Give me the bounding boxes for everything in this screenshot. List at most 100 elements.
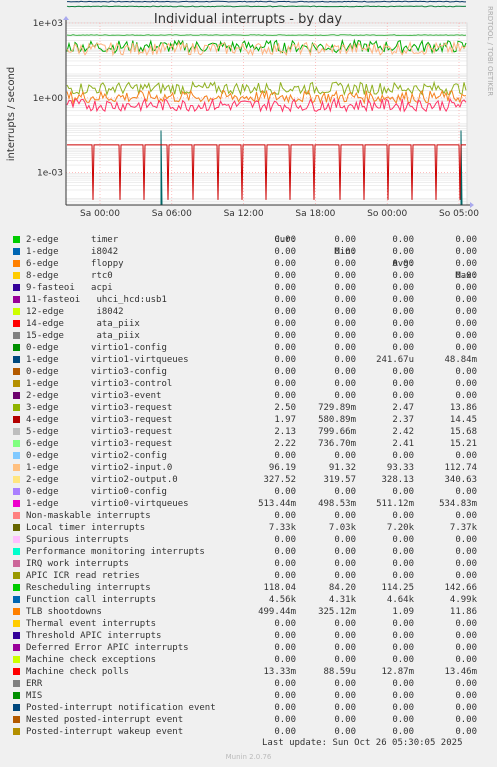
legend-cur: 0.00 bbox=[274, 679, 296, 689]
legend-max: 0.00 bbox=[455, 679, 477, 689]
legend-name: 1-edge virtio1-virtqueues bbox=[26, 355, 189, 365]
legend-avg: 0.00 bbox=[392, 643, 414, 653]
legend-cur: 96.19 bbox=[268, 463, 296, 473]
legend-row: 2-edge virtio2-output.0 327.52 319.57 328.1… bbox=[12, 474, 492, 486]
legend-avg: 0.00 bbox=[392, 307, 414, 317]
legend-avg: 7.20k bbox=[386, 523, 414, 533]
legend-avg: 0.00 bbox=[392, 655, 414, 665]
legend-cur: 0.00 bbox=[274, 619, 296, 629]
legend-avg: 0.00 bbox=[392, 715, 414, 725]
legend-name: 8-edge rtc0 bbox=[26, 271, 113, 281]
legend-cur: 0.00 bbox=[274, 295, 296, 305]
legend-min: 0.00 bbox=[334, 715, 356, 725]
legend-cur: 4.56k bbox=[268, 595, 296, 605]
legend-row: 2-edge timer 0.00 0.00 0.00 0.00 bbox=[12, 234, 492, 246]
legend-avg: 12.87m bbox=[381, 667, 414, 677]
watermark: RRDTOOL / TOBI OETIKER bbox=[486, 6, 494, 96]
legend-cur: 0.00 bbox=[274, 691, 296, 701]
legend-cur: 0.00 bbox=[274, 379, 296, 389]
legend-cur: 118.04 bbox=[263, 583, 296, 593]
legend-min: 0.00 bbox=[334, 451, 356, 461]
y-tick-label: 1e-03 bbox=[37, 169, 63, 179]
legend-avg: 2.47 bbox=[392, 403, 414, 413]
legend-avg: 0.00 bbox=[392, 259, 414, 269]
legend-swatch bbox=[13, 476, 20, 483]
legend-min: 0.00 bbox=[334, 283, 356, 293]
legend-row: Non-maskable interrupts 0.00 0.00 0.00 0.00 bbox=[12, 510, 492, 522]
legend-min: 0.00 bbox=[334, 235, 356, 245]
legend-avg: 0.00 bbox=[392, 679, 414, 689]
legend-max: 0.00 bbox=[455, 547, 477, 557]
legend-name: 1-edge virtio3-control bbox=[26, 379, 173, 389]
legend-min: 0.00 bbox=[334, 271, 356, 281]
legend-min: 0.00 bbox=[334, 643, 356, 653]
legend-avg: 0.00 bbox=[392, 559, 414, 569]
legend-max: 0.00 bbox=[455, 487, 477, 497]
legend-avg: 0.00 bbox=[392, 535, 414, 545]
legend-row: 0-edge virtio0-config 0.00 0.00 0.00 0.00 bbox=[12, 486, 492, 498]
legend-min: 0.00 bbox=[334, 655, 356, 665]
legend-row: 2-edge virtio3-event 0.00 0.00 0.00 0.00 bbox=[12, 390, 492, 402]
legend-max: 0.00 bbox=[455, 379, 477, 389]
legend-max: 0.00 bbox=[455, 727, 477, 737]
legend-swatch bbox=[13, 572, 20, 579]
legend-min: 319.57 bbox=[323, 475, 356, 485]
legend-row: 15-edge ata_piix 0.00 0.00 0.00 0.00 bbox=[12, 330, 492, 342]
legend-max: 0.00 bbox=[455, 571, 477, 581]
legend-cur: 2.13 bbox=[274, 427, 296, 437]
legend-avg: 0.00 bbox=[392, 703, 414, 713]
legend-min: 0.00 bbox=[334, 535, 356, 545]
legend-avg: 0.00 bbox=[392, 547, 414, 557]
legend-name: 5-edge virtio3-request bbox=[26, 427, 173, 437]
y-tick-label: 1e+00 bbox=[33, 94, 64, 104]
legend-max: 0.00 bbox=[455, 307, 477, 317]
x-tick-label: Sa 06:00 bbox=[152, 209, 192, 219]
legend-row: Local timer interrupts 7.33k 7.03k 7.20k 7.3… bbox=[12, 522, 492, 534]
legend-min: 88.59u bbox=[323, 667, 356, 677]
legend-swatch bbox=[13, 440, 20, 447]
legend-swatch bbox=[13, 548, 20, 555]
legend-avg: 0.00 bbox=[392, 247, 414, 257]
legend-max: 15.21 bbox=[449, 439, 477, 449]
legend-cur: 0.00 bbox=[274, 643, 296, 653]
legend-cur: 0.00 bbox=[274, 559, 296, 569]
legend-swatch bbox=[13, 632, 20, 639]
legend-min: 0.00 bbox=[334, 367, 356, 377]
legend-swatch bbox=[13, 608, 20, 615]
legend-swatch bbox=[13, 260, 20, 267]
legend-max: 0.00 bbox=[455, 235, 477, 245]
legend-row: 4-edge virtio3-request 1.97 580.89m 2.37 14.… bbox=[12, 414, 492, 426]
legend-swatch bbox=[13, 380, 20, 387]
legend-max: 534.83m bbox=[439, 499, 477, 509]
legend-name: 0-edge virtio2-config bbox=[26, 451, 167, 461]
legend-row: Posted-interrupt notification event 0.00 0… bbox=[12, 702, 492, 714]
legend-min: 0.00 bbox=[334, 679, 356, 689]
legend-max: 142.66 bbox=[444, 583, 477, 593]
legend-max: 0.00 bbox=[455, 631, 477, 641]
legend-row: 1-edge virtio3-control 0.00 0.00 0.00 0.00 bbox=[12, 378, 492, 390]
legend-name: Posted-interrupt notification event bbox=[26, 703, 216, 713]
legend-name: 0-edge virtio3-config bbox=[26, 367, 167, 377]
legend-row: Rescheduling interrupts 118.04 84.20 114.25… bbox=[12, 582, 492, 594]
legend-swatch bbox=[13, 536, 20, 543]
legend-name: 12-edge i8042 bbox=[26, 307, 124, 317]
legend-name: Machine check polls bbox=[26, 667, 129, 677]
legend-name: 9-fasteoi acpi bbox=[26, 283, 113, 293]
legend-min: 0.00 bbox=[334, 343, 356, 353]
legend-row: Deferred Error APIC interrupts 0.00 0.00 0.… bbox=[12, 642, 492, 654]
legend-swatch bbox=[13, 236, 20, 243]
legend-max: 0.00 bbox=[455, 295, 477, 305]
legend-max: 0.00 bbox=[455, 643, 477, 653]
legend-cur: 7.33k bbox=[268, 523, 296, 533]
legend-avg: 511.12m bbox=[376, 499, 414, 509]
legend-min: 729.89m bbox=[318, 403, 356, 413]
legend-name: TLB shootdowns bbox=[26, 607, 102, 617]
legend-swatch bbox=[13, 344, 20, 351]
legend-cur: 0.00 bbox=[274, 331, 296, 341]
legend-swatch bbox=[13, 692, 20, 699]
legend-swatch bbox=[13, 512, 20, 519]
legend-min: 0.00 bbox=[334, 571, 356, 581]
legend-row: 1-edge virtio0-virtqueues 513.44m 498.53m 5… bbox=[12, 498, 492, 510]
legend-cur: 0.00 bbox=[274, 283, 296, 293]
legend-swatch bbox=[13, 596, 20, 603]
